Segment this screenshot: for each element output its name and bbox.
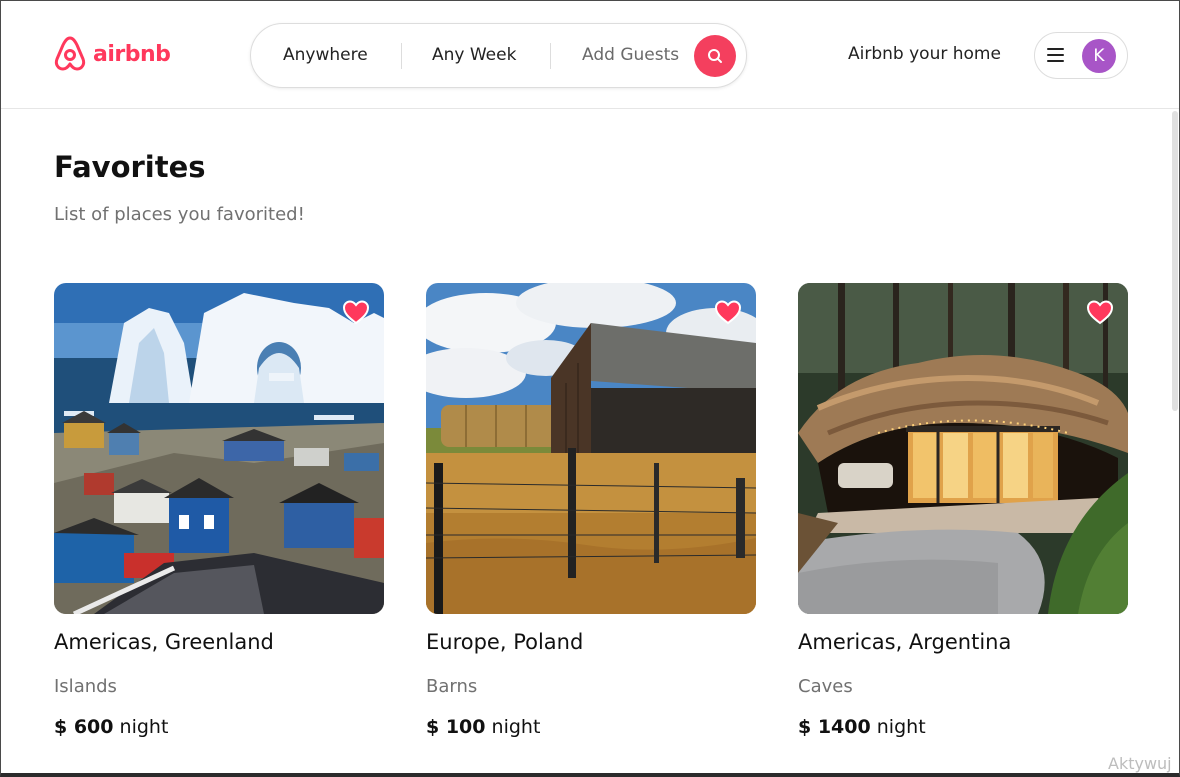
search-icon [708, 49, 722, 63]
airbnb-logo-icon [54, 36, 86, 71]
host-your-home-link[interactable]: Airbnb your home [848, 44, 1001, 64]
listing-price: $ 1400 night [798, 716, 926, 738]
listing-category: Islands [54, 676, 117, 697]
listing-category: Barns [426, 676, 478, 697]
menu-icon [1047, 48, 1064, 63]
search-guests-button[interactable]: Add Guests [582, 45, 679, 65]
activation-watermark: Aktywuj [1108, 754, 1172, 773]
listing-card[interactable]: Americas, Argentina Caves $ 1400 night [798, 283, 1128, 738]
user-menu-button[interactable]: K [1034, 32, 1128, 79]
search-divider [401, 43, 402, 69]
page-scrollbar[interactable] [1172, 111, 1178, 411]
price-unit: night [119, 716, 169, 738]
page-subtitle: List of places you favorited! [54, 204, 305, 225]
listing-location: Europe, Poland [426, 630, 584, 654]
avatar: K [1082, 39, 1116, 73]
logo-wordmark: airbnb [93, 41, 171, 67]
price-unit: night [876, 716, 926, 738]
heart-favorite-icon[interactable] [342, 299, 370, 325]
wooden-barn-field-photo [426, 283, 756, 614]
listing-card[interactable]: Americas, Greenland Islands $ 600 night [54, 283, 384, 738]
search-divider [550, 43, 551, 69]
top-navbar: airbnb Anywhere Any Week Add Guests Airb… [1, 1, 1179, 109]
price-amount: $ 600 [54, 716, 114, 738]
heart-favorite-icon[interactable] [1086, 299, 1114, 325]
price-amount: $ 1400 [798, 716, 871, 738]
search-location-button[interactable]: Anywhere [283, 45, 368, 65]
listing-price: $ 100 night [426, 716, 540, 738]
listing-image[interactable] [798, 283, 1128, 614]
listing-image[interactable] [426, 283, 756, 614]
listing-image[interactable] [54, 283, 384, 614]
heart-favorite-icon[interactable] [714, 299, 742, 325]
search-submit-button[interactable] [694, 35, 736, 77]
search-bar[interactable]: Anywhere Any Week Add Guests [250, 23, 747, 88]
cave-house-forest-photo [798, 283, 1128, 614]
search-dates-button[interactable]: Any Week [432, 45, 516, 65]
price-unit: night [491, 716, 541, 738]
listing-card[interactable]: Europe, Poland Barns $ 100 night [426, 283, 756, 738]
app-window: airbnb Anywhere Any Week Add Guests Airb… [0, 0, 1180, 777]
listing-location: Americas, Argentina [798, 630, 1012, 654]
page-title: Favorites [54, 150, 206, 184]
airbnb-logo[interactable]: airbnb [53, 35, 171, 73]
listing-location: Americas, Greenland [54, 630, 274, 654]
greenland-icebergs-photo [54, 283, 384, 614]
listing-price: $ 600 night [54, 716, 168, 738]
price-amount: $ 100 [426, 716, 486, 738]
listing-category: Caves [798, 676, 853, 697]
